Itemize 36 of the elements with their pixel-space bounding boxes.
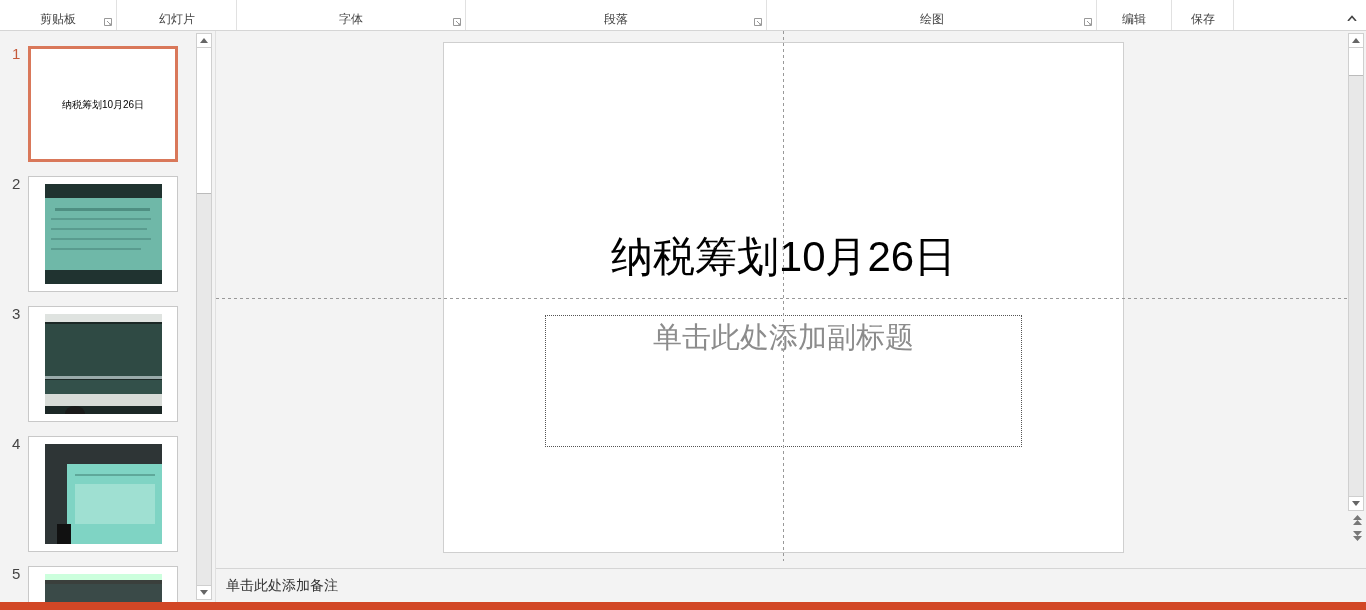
dialog-launcher-icon[interactable] <box>104 18 112 26</box>
slide-number: 1 <box>11 46 22 62</box>
scroll-down-icon[interactable] <box>197 585 211 599</box>
slide-thumbnail[interactable] <box>28 436 178 552</box>
slide-thumbnail[interactable]: 纳税筹划10月26日 <box>28 46 178 162</box>
scroll-thumb[interactable] <box>197 48 211 194</box>
dialog-launcher-icon[interactable] <box>453 18 461 26</box>
slide-thumbnail[interactable] <box>28 306 178 422</box>
slide-number: 3 <box>11 306 22 322</box>
slide[interactable]: 纳税筹划10月26日 单击此处添加副标题 <box>443 42 1124 553</box>
scroll-down-icon[interactable] <box>1349 496 1363 510</box>
slide-number: 2 <box>11 176 22 192</box>
main-scrollbar[interactable] <box>1348 33 1364 511</box>
collapse-ribbon-icon[interactable] <box>1347 15 1357 21</box>
slide-title[interactable]: 纳税筹划10月26日 <box>610 229 957 285</box>
scroll-thumb[interactable] <box>1349 48 1363 76</box>
dialog-launcher-icon[interactable] <box>754 18 762 26</box>
scroll-up-icon[interactable] <box>197 34 211 48</box>
slide-thumbnail[interactable] <box>28 176 178 292</box>
dialog-launcher-icon[interactable] <box>1084 18 1092 26</box>
slide-number: 5 <box>11 566 22 582</box>
thumbnail-title: 纳税筹划10月26日 <box>61 97 145 112</box>
subtitle-placeholder-text: 单击此处添加副标题 <box>653 320 914 355</box>
ribbon-group-label: 字体 <box>339 11 363 27</box>
ribbon-group-label: 段落 <box>604 11 628 27</box>
next-slide-icon[interactable] <box>1353 531 1362 541</box>
ribbon-group-label: 剪贴板 <box>40 11 76 27</box>
scroll-up-icon[interactable] <box>1349 34 1363 48</box>
ribbon-group-label: 绘图 <box>919 11 944 27</box>
previous-slide-icon[interactable] <box>1353 515 1362 525</box>
slide-number: 4 <box>11 436 22 452</box>
thumbnail-scrollbar[interactable] <box>196 33 212 600</box>
notes-placeholder: 单击此处添加备注 <box>226 576 338 595</box>
ribbon-group-label: 保存 <box>1190 11 1215 27</box>
ribbon-group-label: 幻灯片 <box>158 11 195 27</box>
ribbon-group-label: 编辑 <box>1122 11 1146 27</box>
